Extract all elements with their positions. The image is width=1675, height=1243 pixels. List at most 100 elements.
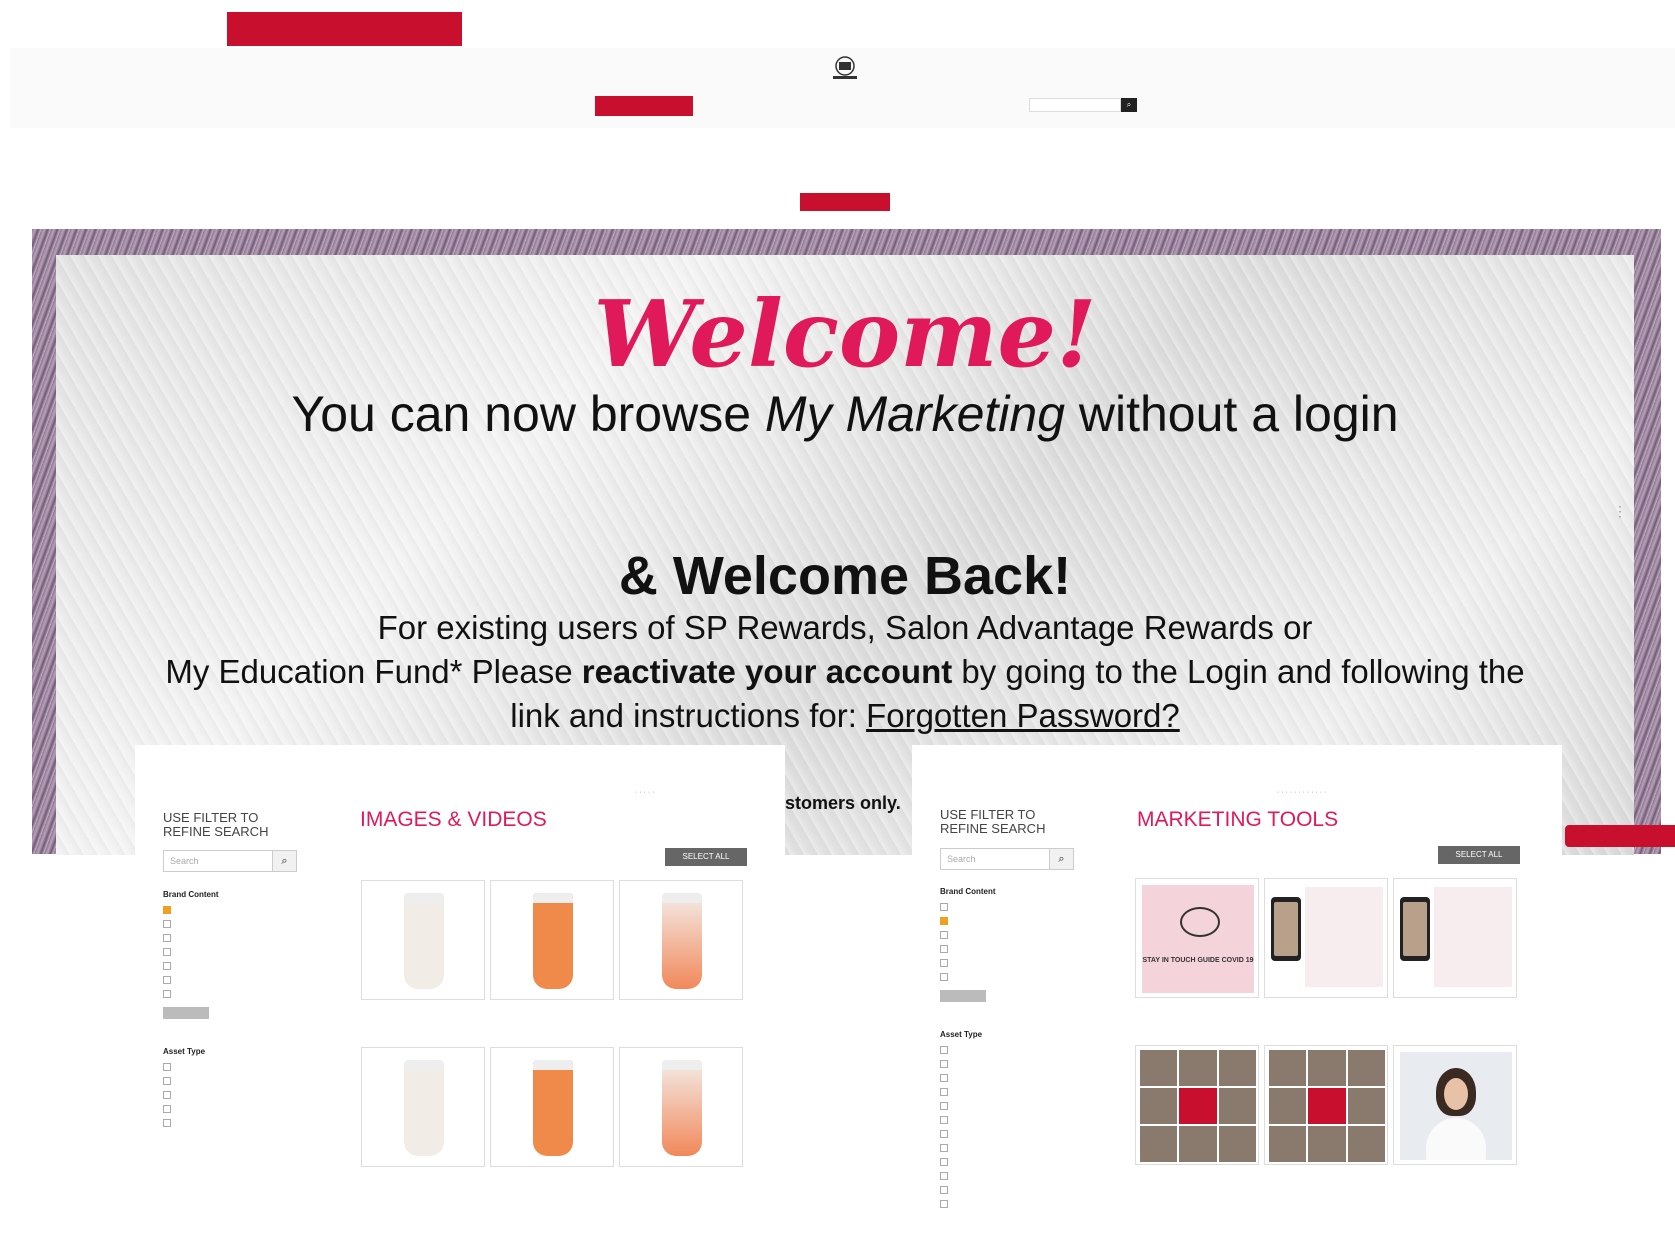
existing-users-text: My Education Fund* Please reactivate you… <box>0 653 1675 691</box>
filter-checkbox[interactable] <box>163 1077 175 1085</box>
filter-checkbox[interactable] <box>163 962 175 970</box>
filter-checkbox[interactable] <box>940 1130 952 1138</box>
filter-search-input[interactable]: Search <box>163 850 273 872</box>
forgotten-password-link[interactable]: Forgotten Password? <box>866 697 1180 734</box>
asset-card[interactable] <box>1264 1045 1388 1209</box>
filter-checkbox[interactable] <box>163 906 175 914</box>
asset-thumbnail <box>1393 1045 1517 1165</box>
browse-text-em: My Marketing <box>764 386 1065 442</box>
filter-checkbox[interactable] <box>940 973 952 981</box>
panel-heading: MARKETING TOOLS <box>1137 808 1339 831</box>
filter-checkbox[interactable] <box>163 1091 175 1099</box>
filter-group-label: Asset Type <box>940 1030 983 1039</box>
asset-card[interactable] <box>1264 878 1388 1042</box>
asset-card[interactable] <box>1393 1045 1517 1209</box>
filter-checkbox[interactable] <box>940 1116 952 1124</box>
filter-checkbox[interactable] <box>163 1105 175 1113</box>
filter-checkbox[interactable] <box>163 920 175 928</box>
asset-thumbnail <box>1264 878 1388 998</box>
asset-card[interactable]: STAY IN TOUCH GUIDE COVID 19 <box>1135 878 1259 1042</box>
select-all-button[interactable]: SELECT ALL <box>665 848 747 866</box>
filter-title: USE FILTER TO REFINE SEARCH <box>163 810 269 839</box>
chat-bubble-icon <box>1180 907 1220 937</box>
announcement-button[interactable] <box>800 193 890 211</box>
panel-heading: IMAGES & VIDEOS <box>360 808 547 831</box>
filter-checkbox[interactable] <box>163 948 175 956</box>
filter-checkbox[interactable] <box>940 945 952 953</box>
existing-text-pre: My Education Fund* Please <box>165 653 582 690</box>
pagination[interactable]: · · · · · · · · · · · · <box>1277 789 1326 796</box>
filter-title: USE FILTER TO REFINE SEARCH <box>940 807 1046 836</box>
asset-card[interactable] <box>490 1047 614 1211</box>
filter-group-label: Asset Type <box>163 1047 206 1056</box>
filter-checkbox[interactable] <box>940 1144 952 1152</box>
filter-checkbox[interactable] <box>940 931 952 939</box>
asset-card[interactable] <box>490 880 614 1044</box>
browse-text-post: without a login <box>1065 386 1399 442</box>
asset-card[interactable] <box>361 880 485 1044</box>
welcome-heading: Welcome! <box>593 280 1097 388</box>
asset-card[interactable] <box>1393 878 1517 1042</box>
filter-checkbox[interactable] <box>940 1200 952 1208</box>
search-icon[interactable]: ⌕ <box>1050 848 1074 870</box>
existing-users-text: link and instructions for: Forgotten Pas… <box>0 697 1675 735</box>
filter-checkbox[interactable] <box>163 1119 175 1127</box>
customers-note: stomers only. <box>785 793 901 813</box>
filter-checkbox[interactable] <box>940 1158 952 1166</box>
filter-checkbox[interactable] <box>940 1102 952 1110</box>
side-feedback-tab[interactable] <box>1565 825 1675 847</box>
pink-card-text: STAY IN TOUCH GUIDE COVID 19 <box>1142 957 1254 964</box>
search-icon[interactable]: ⌕ <box>1121 98 1137 112</box>
product-image <box>619 880 743 1000</box>
browse-text-pre: You can now browse <box>291 386 765 442</box>
filter-checkbox[interactable] <box>940 1060 952 1068</box>
filter-group-label: Brand Content <box>163 890 219 899</box>
filter-checkbox[interactable] <box>163 990 175 998</box>
product-image <box>619 1047 743 1167</box>
filter-checkbox[interactable] <box>940 959 952 967</box>
brand-tabs <box>227 12 462 46</box>
nav-primary-button[interactable] <box>595 96 693 116</box>
filter-checkbox[interactable] <box>163 934 175 942</box>
filter-checkbox[interactable] <box>940 1186 952 1194</box>
existing-users-text: For existing users of SP Rewards, Salon … <box>377 609 1313 646</box>
browse-heading: You can now browse My Marketing without … <box>0 385 1675 443</box>
filter-group-label: Brand Content <box>940 887 996 896</box>
select-all-button[interactable]: SELECT ALL <box>1438 846 1520 864</box>
product-image <box>490 880 614 1000</box>
existing-text-post: by going to the Login and following the <box>952 653 1525 690</box>
filter-checkbox[interactable] <box>940 1074 952 1082</box>
more-icon[interactable]: ⋮ <box>1613 503 1627 520</box>
filter-checkbox[interactable] <box>163 976 175 984</box>
reactivate-text: reactivate your account <box>581 653 953 690</box>
product-image <box>361 880 485 1000</box>
search-icon[interactable]: ⌕ <box>273 850 297 872</box>
filter-checkbox[interactable] <box>940 1088 952 1096</box>
product-image <box>490 1047 614 1167</box>
asset-card[interactable] <box>619 1047 743 1211</box>
filter-toggle-button[interactable] <box>163 1007 209 1019</box>
filter-checkbox[interactable] <box>940 1172 952 1180</box>
logo-icon[interactable] <box>825 52 865 84</box>
filter-checkbox[interactable] <box>940 903 952 911</box>
filter-search-input[interactable]: Search <box>940 848 1050 870</box>
asset-card[interactable] <box>361 1047 485 1211</box>
asset-thumbnail <box>1264 1045 1388 1165</box>
welcome-back-heading: & Welcome Back! <box>618 546 1072 606</box>
asset-thumbnail <box>1393 878 1517 998</box>
existing-text-pre: link and instructions for: <box>510 697 867 734</box>
asset-card[interactable] <box>619 880 743 1044</box>
asset-thumbnail: STAY IN TOUCH GUIDE COVID 19 <box>1135 878 1259 998</box>
pagination[interactable]: · · · · · <box>635 789 654 796</box>
filter-checkbox[interactable] <box>940 1046 952 1054</box>
images-videos-panel: · · · · · USE FILTER TO REFINE SEARCH Se… <box>135 745 785 1225</box>
product-image <box>361 1047 485 1167</box>
search-input[interactable] <box>1029 98 1121 112</box>
filter-checkbox[interactable] <box>163 1063 175 1071</box>
filter-checkbox[interactable] <box>940 917 952 925</box>
asset-card[interactable] <box>1135 1045 1259 1209</box>
asset-thumbnail <box>1135 1045 1259 1165</box>
filter-toggle-button[interactable] <box>940 990 986 1002</box>
marketing-tools-panel: · · · · · · · · · · · · USE FILTER TO RE… <box>912 745 1562 1225</box>
main-nav: ⌕ <box>595 96 1137 116</box>
